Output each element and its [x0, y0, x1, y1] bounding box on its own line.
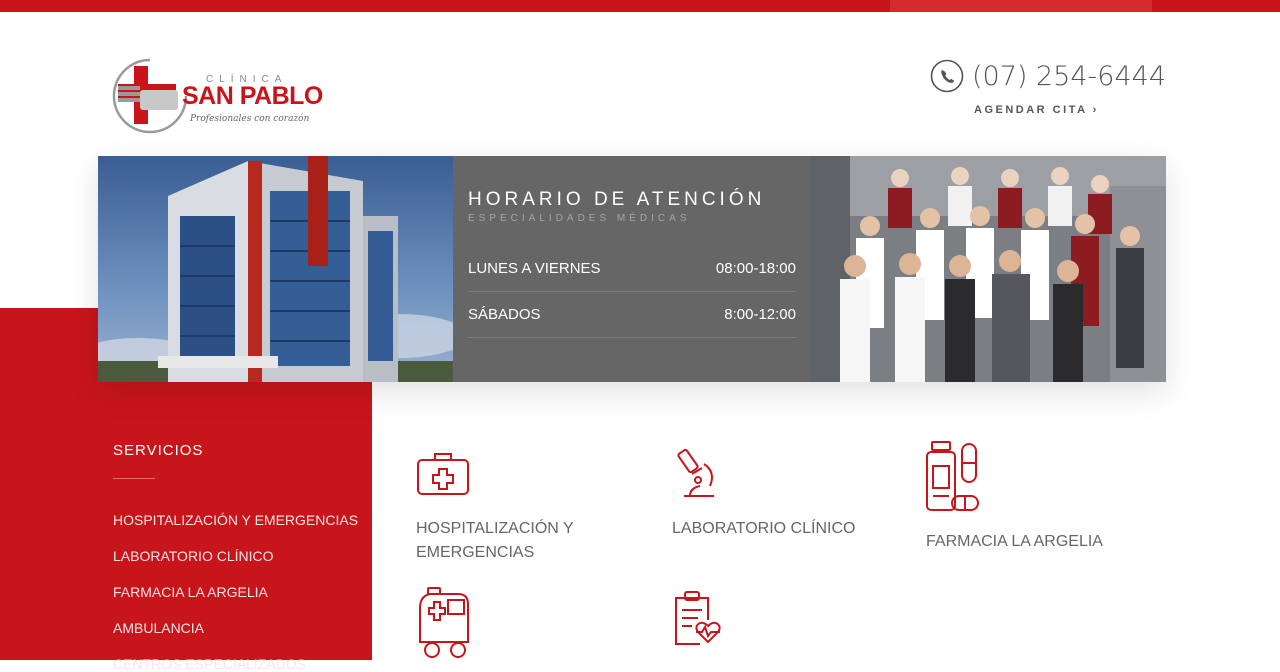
hours-row-weekdays: LUNES A VIERNES 08:00-18:00 [468, 245, 796, 292]
service-card-label: EMERGENCIAS [416, 544, 535, 561]
first-aid-kit-icon[interactable] [416, 450, 470, 496]
phone-icon [930, 59, 964, 93]
hours-panel: HORARIO DE ATENCIÓN ESPECIALIDADES MÉDIC… [453, 156, 810, 382]
clinic-logo[interactable]: CLÍNICA SAN PABLO Profesionales con cora… [110, 56, 330, 136]
hours-title: HORARIO DE ATENCIÓN [468, 189, 766, 210]
top-bar-accent [890, 0, 1152, 12]
logo-text-san-pablo: SAN PABLO [182, 82, 323, 110]
services-nav-item[interactable]: LABORATORIO CLÍNICO [113, 548, 274, 564]
services-nav-item[interactable]: AMBULANCIA [113, 620, 204, 636]
hours-day: SÁBADOS [468, 306, 541, 323]
hours-time: 8:00-12:00 [724, 306, 796, 323]
staff-photo [810, 156, 1166, 382]
service-card-farmacia[interactable]: FARMACIA LA ARGELIA [926, 530, 1103, 554]
service-card-label: LABORATORIO CLÍNICO [672, 520, 856, 537]
services-nav-item[interactable]: CENTROS ESPECIALIZADOS [113, 656, 306, 672]
hours-time: 08:00-18:00 [715, 260, 796, 277]
hours-subtitle: ESPECIALIDADES MÉDICAS [468, 213, 691, 224]
ambulance-icon[interactable] [416, 586, 472, 660]
hours-banner: HORARIO DE ATENCIÓN ESPECIALIDADES MÉDIC… [98, 156, 1166, 382]
services-nav-item[interactable]: HOSPITALIZACIÓN Y EMERGENCIAS [113, 512, 358, 528]
service-card-laboratorio[interactable]: LABORATORIO CLÍNICO [672, 517, 855, 541]
schedule-appointment-link[interactable]: AGENDAR CITA › [974, 104, 1099, 116]
services-heading: SERVICIOS [113, 442, 204, 459]
services-nav-item[interactable]: FARMACIA LA ARGELIA [113, 584, 268, 600]
hours-day: LUNES A VIERNES [468, 260, 601, 277]
logo-tagline: Profesionales con corazón [190, 114, 310, 124]
logo-emblem-icon [112, 58, 188, 134]
service-card-hospitalizacion[interactable]: HOSPITALIZACIÓN Y EMERGENCIAS [416, 517, 574, 565]
phone-number: (07) 254-6444 [972, 60, 1166, 92]
medical-report-icon[interactable] [672, 590, 724, 646]
microscope-icon[interactable] [674, 446, 722, 498]
hours-row-saturday: SÁBADOS 8:00-12:00 [468, 291, 796, 338]
service-card-label: HOSPITALIZACIÓN Y [416, 520, 574, 537]
pharmacy-icon[interactable] [924, 440, 980, 516]
phone-contact[interactable]: (07) 254-6444 [930, 58, 1170, 94]
service-card-label: FARMACIA LA ARGELIA [926, 533, 1103, 550]
building-photo [98, 156, 453, 382]
services-divider [113, 478, 155, 479]
